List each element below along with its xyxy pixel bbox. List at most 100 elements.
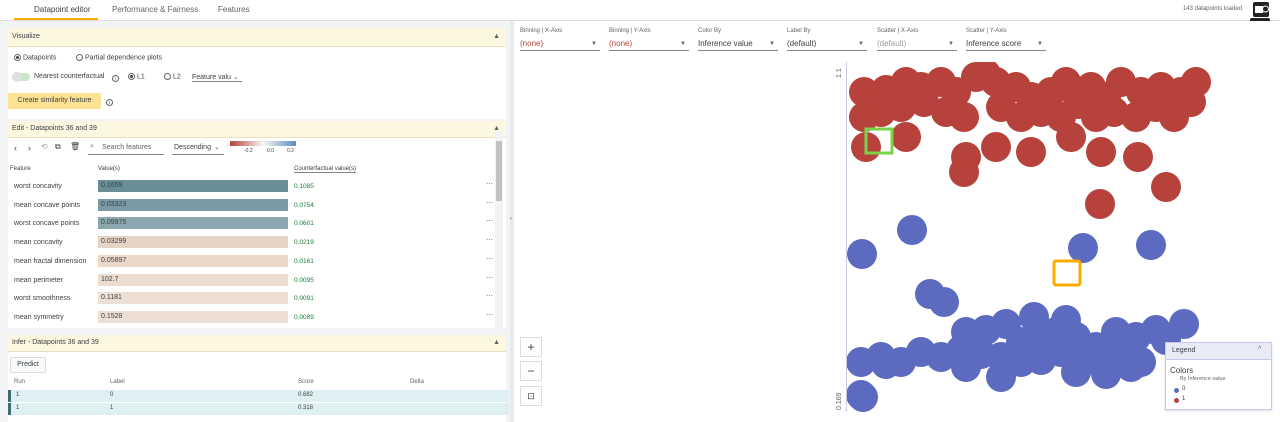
datapoint-marker[interactable]: [1085, 189, 1115, 219]
sort-select[interactable]: Descending ⌄: [172, 141, 224, 155]
axis-bottom-label: 0.169: [836, 392, 843, 410]
info-icon[interactable]: i: [112, 73, 119, 82]
predict-button[interactable]: Predict: [10, 357, 46, 373]
legend-colors: Colors: [1170, 366, 1194, 375]
datapoint-marker[interactable]: [847, 239, 877, 269]
feature-row[interactable]: worst smoothness 0.1181 0.0091 ⋯: [8, 289, 494, 308]
zoom-in-button[interactable]: +: [520, 337, 542, 357]
more-icon[interactable]: ⋯: [486, 217, 493, 225]
chevron-down-icon[interactable]: ▼: [948, 41, 954, 47]
left-panel: Visualize ▲ Datapoints Partial dependenc…: [0, 21, 510, 422]
copy-icon[interactable]: ⧉: [55, 142, 61, 152]
more-icon[interactable]: ⋯: [486, 180, 493, 188]
l2-radio[interactable]: L2: [164, 73, 181, 80]
more-icon[interactable]: ⋯: [486, 274, 493, 282]
datapoint-marker[interactable]: [871, 349, 901, 379]
create-similarity-button[interactable]: Create similarity feature: [8, 93, 101, 109]
scrollbar-thumb[interactable]: [496, 141, 502, 201]
datapoint-marker[interactable]: [897, 215, 927, 245]
tab-features[interactable]: Features: [218, 5, 250, 14]
feature-value-input[interactable]: 102.7: [98, 273, 288, 286]
infer-row[interactable]: 1 1 0.318: [8, 403, 509, 415]
nav-back-icon[interactable]: ‹: [14, 143, 17, 153]
nav-forward-icon[interactable]: ›: [28, 143, 31, 153]
datapoint-marker[interactable]: [949, 157, 979, 187]
datapoint-marker[interactable]: [1116, 352, 1146, 382]
datapoints-radio[interactable]: Datapoints: [14, 54, 56, 61]
datapoint-marker[interactable]: [1068, 233, 1098, 263]
datapoint-marker[interactable]: [1016, 137, 1046, 167]
tab-performance-fairness[interactable]: Performance & Fairness: [112, 5, 198, 14]
history-icon[interactable]: ⟲: [41, 142, 48, 151]
scrollbar[interactable]: [495, 131, 503, 331]
more-icon[interactable]: ⋯: [486, 311, 493, 319]
delete-icon[interactable]: 🗑: [70, 142, 80, 151]
feature-value-input[interactable]: 0.1181: [98, 292, 288, 305]
infer-row[interactable]: 1 0 0.682: [8, 390, 509, 402]
feature-row[interactable]: mean concave points 0.03323 0.0754 ⋯: [8, 196, 494, 215]
datapoint-marker[interactable]: [1056, 122, 1086, 152]
search-features-input[interactable]: ⌕ Search features: [88, 141, 164, 155]
datapoint-marker[interactable]: [949, 102, 979, 132]
datapoint-marker[interactable]: [1151, 172, 1181, 202]
chevron-down-icon[interactable]: ▼: [1037, 41, 1043, 47]
tab-datapoint-editor[interactable]: Datapoint editor: [34, 5, 90, 14]
datapoint-marker[interactable]: [986, 362, 1016, 392]
more-icon[interactable]: ⋯: [486, 292, 493, 300]
datapoint-marker[interactable]: [848, 382, 878, 412]
feature-value-input[interactable]: 0.1528: [98, 310, 288, 323]
chevron-down-icon[interactable]: ▼: [769, 41, 775, 47]
pdp-radio[interactable]: Partial dependence plots: [76, 54, 162, 61]
feature-row[interactable]: mean perimeter 102.7 0.0095 ⋯: [8, 271, 494, 290]
control-value[interactable]: (default): [787, 39, 816, 48]
info-icon[interactable]: i: [106, 97, 113, 106]
feature-value-input[interactable]: 0.1659: [98, 180, 288, 192]
control-value[interactable]: (none): [609, 39, 632, 48]
fit-view-button[interactable]: ⊡: [520, 386, 542, 406]
feature-value-input[interactable]: 0.09975: [98, 217, 288, 230]
feature-row[interactable]: mean fractal dimension 0.05897 0.0161 ⋯: [8, 252, 494, 271]
infer-header[interactable]: Infer - Datapoints 36 and 39 ▲: [8, 335, 506, 352]
chevron-down-icon[interactable]: ▼: [858, 41, 864, 47]
feature-row[interactable]: mean concavity 0.03299 0.0219 ⋯: [8, 233, 494, 252]
datapoint-marker[interactable]: [981, 132, 1011, 162]
control-value[interactable]: Inference score: [966, 39, 1021, 48]
feature-value-select[interactable]: Feature valu ⌄: [192, 73, 242, 82]
datapoint-marker[interactable]: [1123, 142, 1153, 172]
datapoint-marker[interactable]: [1136, 230, 1166, 260]
datapoint-marker[interactable]: [951, 352, 981, 382]
selected-datapoint-marker[interactable]: [1052, 259, 1082, 287]
legend-header[interactable]: Legend ^: [1166, 343, 1271, 360]
chevron-down-icon[interactable]: ▼: [591, 41, 597, 47]
window-icons[interactable]: [1253, 2, 1269, 17]
edit-header[interactable]: Edit - Datapoints 36 and 39 ▲: [8, 121, 506, 138]
active-tab-indicator: [14, 18, 98, 20]
feature-value-input[interactable]: 0.03299: [98, 236, 288, 249]
more-icon[interactable]: ⋯: [486, 255, 493, 263]
feature-value-input[interactable]: 0.03323: [98, 198, 288, 211]
datapoint-marker[interactable]: [891, 122, 921, 152]
feature-row[interactable]: worst concave points 0.09975 0.0601 ⋯: [8, 214, 494, 233]
control-value[interactable]: Inference value: [698, 39, 753, 48]
feature-row[interactable]: mean symmetry 0.1528 0.0089 ⋯: [8, 308, 494, 327]
visualize-header[interactable]: Visualize ▲: [8, 28, 506, 47]
feature-value: 0.1181: [101, 294, 122, 302]
datapoint-marker[interactable]: [1086, 137, 1116, 167]
counterfactual-toggle[interactable]: [12, 72, 30, 82]
chevron-up-icon[interactable]: ▲: [493, 335, 500, 351]
datapoint-marker[interactable]: [1061, 357, 1091, 387]
feature-row[interactable]: worst concavity 0.1659 0.1085 ⋯: [8, 177, 494, 196]
chevron-up-icon[interactable]: ▲: [493, 28, 500, 46]
control-value[interactable]: (none): [520, 39, 543, 48]
chevron-down-icon[interactable]: ▼: [680, 41, 686, 47]
feature-value-input[interactable]: 0.05897: [98, 254, 288, 267]
control-value[interactable]: (default): [877, 39, 906, 48]
chevron-up-icon[interactable]: ^: [1258, 346, 1261, 353]
more-icon[interactable]: ⋯: [486, 236, 493, 244]
zoom-out-button[interactable]: −: [520, 361, 542, 381]
l1-radio[interactable]: L1: [128, 73, 145, 80]
feature-name: mean symmetry: [14, 313, 64, 321]
datapoint-marker[interactable]: [1176, 87, 1206, 117]
datapoint-marker[interactable]: [929, 287, 959, 317]
more-icon[interactable]: ⋯: [486, 199, 493, 207]
